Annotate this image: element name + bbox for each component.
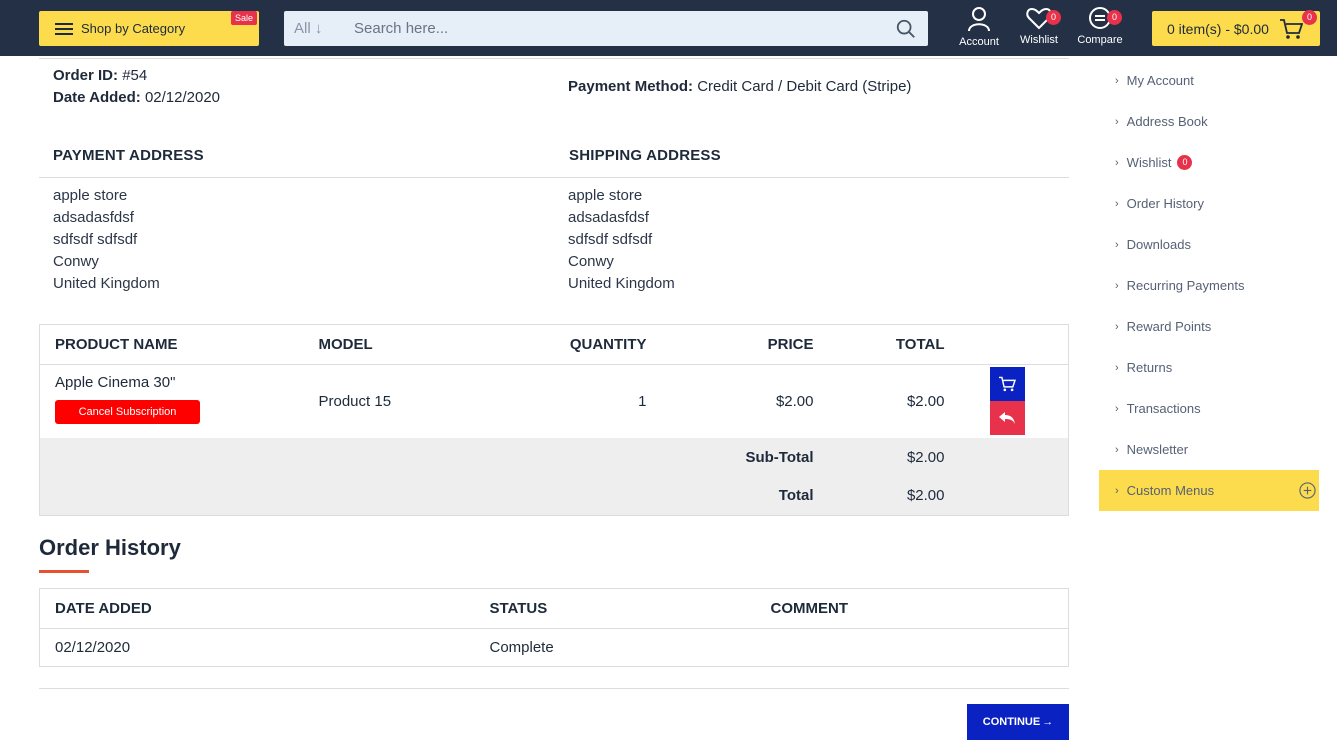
order-history-title: Order History [39, 535, 181, 560]
product-total: $2.00 [906, 392, 945, 410]
history-date: 02/12/2020 [55, 639, 131, 656]
search-scope-select[interactable]: All ↓ [284, 20, 342, 37]
sale-badge: Sale [230, 11, 257, 25]
arrow-right-icon: → [1042, 716, 1054, 728]
chevron-right-icon: › [1115, 320, 1119, 333]
compare-label: Compare [1077, 34, 1123, 46]
chevron-right-icon: › [1115, 484, 1119, 497]
subtotal-value: $2.00 [828, 437, 960, 477]
sidebar-item-order-history[interactable]: › Order History [1099, 183, 1319, 224]
cart-icon [1279, 18, 1303, 39]
history-status: Complete [489, 639, 554, 656]
sidebar-item-my-account[interactable]: › My Account [1099, 60, 1319, 101]
sidebar-item-address-book[interactable]: › Address Book [1099, 101, 1319, 142]
search-bar: All ↓ [284, 11, 928, 46]
table-header-row: PRODUCT NAME MODEL QUANTITY PRICE TOTAL [39, 324, 1069, 365]
subtotal-label: Sub-Total [39, 437, 829, 477]
sidebar-item-transactions[interactable]: › Transactions [1099, 388, 1319, 429]
subtotal-row: Sub-Total $2.00 [39, 437, 1069, 477]
product-price: $2.00 [775, 392, 814, 410]
payment-method: Payment Method: Credit Card / Debit Card… [568, 78, 912, 95]
product-name: Apple Cinema 30" [55, 374, 176, 391]
divider [39, 58, 1069, 59]
search-input[interactable] [342, 11, 884, 46]
shipping-address: apple store adsadasfdsf sdfsdf sdfsdf Co… [568, 187, 675, 292]
cancel-subscription-button[interactable]: Cancel Subscription [55, 400, 200, 424]
wishlist-link[interactable]: 0 Wishlist [1017, 6, 1061, 46]
account-link[interactable]: Account [957, 6, 1001, 48]
menu-icon [55, 22, 73, 35]
col-status: STATUS [474, 588, 756, 629]
divider [39, 177, 1069, 178]
title-underline [39, 570, 89, 573]
wishlist-badge: 0 [1177, 155, 1193, 170]
table-row: Apple Cinema 30" Cancel Subscription Pro… [40, 365, 1069, 438]
cart-button[interactable]: 0 item(s) - $0.00 0 [1152, 10, 1320, 46]
order-products-table: PRODUCT NAME MODEL QUANTITY PRICE TOTAL … [39, 324, 1069, 516]
compare-count-badge: 0 [1107, 10, 1122, 25]
sidebar-item-recurring-payments[interactable]: › Recurring Payments [1099, 265, 1319, 306]
col-product-name: PRODUCT NAME [39, 324, 304, 365]
col-date-added: DATE ADDED [39, 588, 475, 629]
account-label: Account [959, 36, 999, 48]
chevron-right-icon: › [1115, 402, 1119, 415]
return-button[interactable] [989, 401, 1025, 436]
search-icon[interactable] [884, 18, 928, 40]
sidebar-item-downloads[interactable]: › Downloads [1099, 224, 1319, 265]
top-header: Shop by Category Sale All ↓ Account 0 Wi… [0, 0, 1337, 56]
reply-icon [999, 412, 1015, 425]
total-label: Total [39, 476, 829, 516]
total-value: $2.00 [828, 476, 960, 516]
order-date: Date Added: 02/12/2020 [53, 89, 221, 106]
shipping-address-heading: SHIPPING ADDRESS [569, 147, 721, 164]
cart-label: 0 item(s) - $0.00 [1167, 20, 1269, 37]
order-id: Order ID: #54 [53, 67, 148, 84]
payment-address: apple store adsadasfdsf sdfsdf sdfsdf Co… [53, 187, 160, 292]
expand-plus-icon[interactable] [1299, 482, 1316, 502]
col-actions [959, 324, 1069, 365]
chevron-right-icon: › [1115, 361, 1119, 374]
cart-icon [999, 376, 1016, 392]
payment-address-heading: PAYMENT ADDRESS [53, 147, 204, 164]
chevron-right-icon: › [1115, 443, 1119, 456]
shop-by-category-button[interactable]: Shop by Category Sale [39, 11, 259, 46]
sidebar-item-returns[interactable]: › Returns [1099, 347, 1319, 388]
chevron-right-icon: › [1115, 156, 1119, 169]
wishlist-count-badge: 0 [1046, 10, 1061, 25]
cart-count-badge: 0 [1302, 10, 1317, 25]
sidebar-item-reward-points[interactable]: › Reward Points [1099, 306, 1319, 347]
continue-button[interactable]: CONTINUE → [967, 704, 1069, 740]
product-model: Product 15 [318, 392, 392, 410]
col-model: MODEL [303, 324, 524, 365]
sidebar-item-custom-menus[interactable]: › Custom Menus [1099, 470, 1319, 511]
wishlist-label: Wishlist [1020, 34, 1058, 46]
table-row: 02/12/2020 Complete [40, 629, 1069, 667]
category-label: Shop by Category [81, 21, 186, 36]
divider [39, 688, 1069, 689]
sidebar-item-wishlist[interactable]: › Wishlist 0 [1099, 142, 1319, 183]
chevron-right-icon: › [1115, 74, 1119, 87]
col-quantity: QUANTITY [523, 324, 662, 365]
chevron-right-icon: › [1115, 197, 1119, 210]
product-quantity: 1 [638, 392, 647, 410]
compare-link[interactable]: 0 Compare [1076, 6, 1124, 46]
col-price: PRICE [661, 324, 829, 365]
col-comment: COMMENT [755, 588, 1069, 629]
user-icon [968, 7, 990, 32]
chevron-right-icon: › [1115, 238, 1119, 251]
chevron-right-icon: › [1115, 115, 1119, 128]
total-row: Total $2.00 [39, 476, 1069, 516]
table-header-row: DATE ADDED STATUS COMMENT [39, 588, 1069, 629]
reorder-button[interactable] [989, 367, 1025, 402]
col-total: TOTAL [828, 324, 960, 365]
history-comment [756, 629, 1069, 667]
order-history-table: DATE ADDED STATUS COMMENT 02/12/2020 Com… [39, 588, 1069, 667]
sidebar-item-newsletter[interactable]: › Newsletter [1099, 429, 1319, 470]
chevron-right-icon: › [1115, 279, 1119, 292]
